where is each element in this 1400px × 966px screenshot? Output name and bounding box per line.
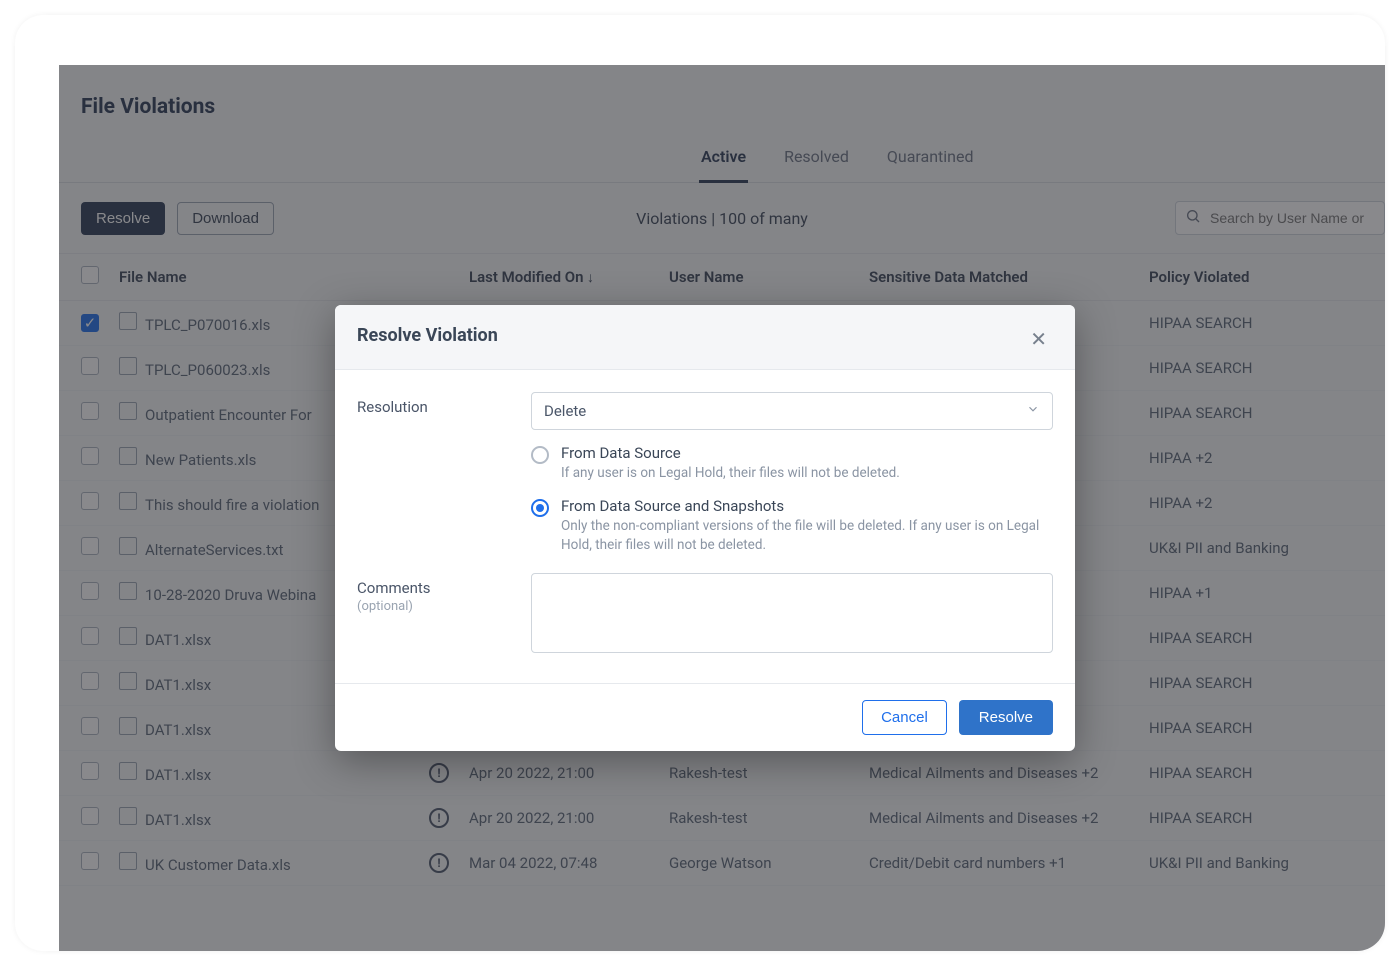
resolution-select[interactable]: Delete xyxy=(531,392,1053,430)
comments-optional: (optional) xyxy=(357,599,507,614)
comments-textarea[interactable] xyxy=(531,573,1053,653)
resolve-submit-button[interactable]: Resolve xyxy=(959,700,1053,735)
opt2-title: From Data Source and Snapshots xyxy=(561,497,1053,515)
resolve-violation-modal: Resolve Violation ✕ Resolution Delete xyxy=(335,305,1075,751)
radio-from-data-source-and-snapshots[interactable] xyxy=(531,499,549,517)
opt2-desc: Only the non-compliant versions of the f… xyxy=(561,517,1053,555)
radio-from-data-source[interactable] xyxy=(531,446,549,464)
modal-title: Resolve Violation xyxy=(357,325,498,346)
chevron-down-icon xyxy=(1026,402,1040,420)
resolution-value: Delete xyxy=(544,402,586,420)
opt1-desc: If any user is on Legal Hold, their file… xyxy=(561,464,900,483)
cancel-button[interactable]: Cancel xyxy=(862,700,947,735)
comments-label: Comments xyxy=(357,579,431,597)
resolution-label: Resolution xyxy=(357,392,507,555)
close-icon[interactable]: ✕ xyxy=(1024,325,1053,353)
opt1-title: From Data Source xyxy=(561,444,900,462)
